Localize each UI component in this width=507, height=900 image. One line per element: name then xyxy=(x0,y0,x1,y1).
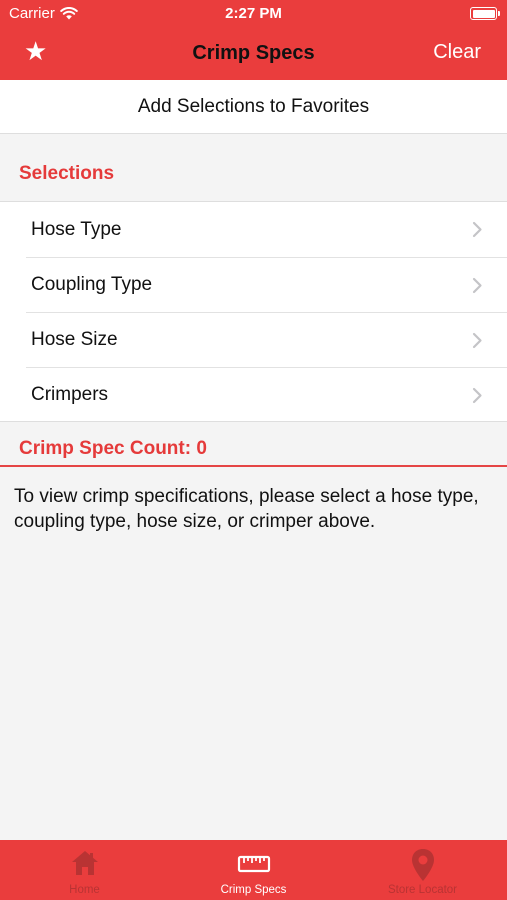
selection-coupling-type[interactable]: Coupling Type xyxy=(26,257,507,312)
selection-label: Hose Size xyxy=(31,329,118,350)
location-pin-icon xyxy=(411,849,434,881)
ruler-icon xyxy=(237,855,270,873)
chevron-right-icon xyxy=(472,387,482,404)
tab-home[interactable]: Home xyxy=(0,840,169,900)
status-time: 2:27 PM xyxy=(225,5,282,22)
chevron-right-icon xyxy=(472,277,482,294)
selections-list: Hose Type Coupling Type Hose Size Crimpe… xyxy=(0,201,507,422)
tab-crimp-specs[interactable]: Crimp Specs xyxy=(169,840,338,900)
page-title: Crimp Specs xyxy=(192,42,315,64)
tab-store-locator[interactable]: Store Locator xyxy=(338,840,507,900)
crimp-spec-count: Crimp Spec Count: 0 xyxy=(19,438,207,459)
selection-label: Crimpers xyxy=(31,384,109,405)
divider xyxy=(0,465,507,467)
clear-button[interactable]: Clear xyxy=(433,41,481,64)
nav-bar: ★ Crimp Specs Clear xyxy=(0,28,507,80)
battery-icon xyxy=(470,7,500,20)
info-text: To view crimp specifications, please sel… xyxy=(14,486,479,532)
status-bar: Carrier 2:27 PM xyxy=(0,0,507,28)
chevron-right-icon xyxy=(472,221,482,238)
tab-label: Crimp Specs xyxy=(220,884,287,896)
selections-header: Selections xyxy=(19,163,115,184)
selection-crimpers[interactable]: Crimpers xyxy=(26,367,507,422)
selection-hose-type[interactable]: Hose Type xyxy=(26,202,507,257)
selection-label: Hose Type xyxy=(31,218,122,240)
tab-label: Store Locator xyxy=(387,884,458,896)
header: Carrier 2:27 PM ★ Crimp Specs Clear xyxy=(0,0,507,80)
tab-label: Home xyxy=(69,884,100,896)
tab-bar: Home Crimp Specs Store Locator xyxy=(0,840,507,900)
chevron-right-icon xyxy=(472,332,482,349)
home-icon xyxy=(71,851,98,875)
add-to-favorites-button[interactable]: Add Selections to Favorites xyxy=(0,80,507,134)
selection-label: Coupling Type xyxy=(31,274,153,295)
selection-hose-size[interactable]: Hose Size xyxy=(26,312,507,367)
